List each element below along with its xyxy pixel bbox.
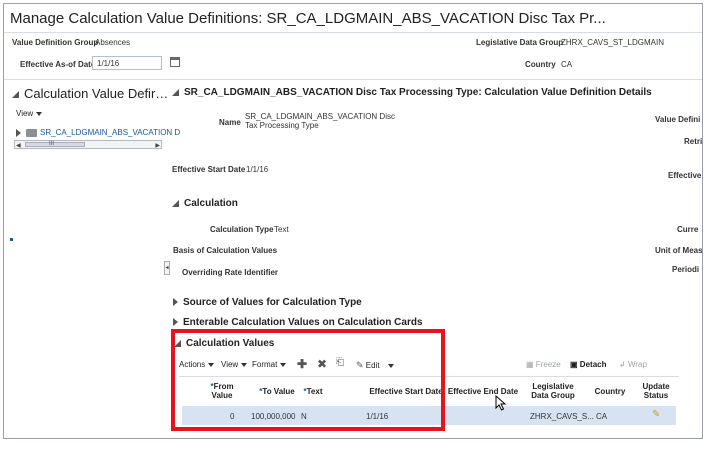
column-header-effective-end[interactable]: Effective End Date (446, 387, 520, 396)
left-view-label: View (16, 109, 34, 118)
basis-label: Basis of Calculation Values (173, 246, 278, 255)
wrap-button[interactable]: ↲ Wrap (619, 360, 647, 369)
effective-as-of-label: Effective As-of Date (20, 60, 96, 69)
freeze-label: Freeze (535, 360, 561, 369)
detach-icon: ▣ (570, 360, 578, 369)
country-value: CA (561, 60, 573, 69)
expand-icon[interactable] (173, 298, 178, 307)
freeze-icon: ▦ (526, 360, 534, 369)
value-definition-group-label: Value Definition Group (12, 38, 99, 47)
header-divider (4, 79, 702, 80)
mouse-cursor-icon (495, 395, 507, 411)
enterable-section-header[interactable]: Enterable Calculation Values on Calculat… (173, 317, 423, 328)
name-value-line1: SR_CA_LDGMAIN_ABS_VACATION Disc (245, 112, 395, 121)
unit-of-measure-label-cut: Unit of Meas (655, 246, 703, 255)
expand-icon[interactable] (16, 128, 21, 137)
calculation-section-title: Calculation (184, 198, 238, 209)
column-header-country[interactable]: Country (590, 387, 630, 396)
country-label: Country (525, 60, 556, 69)
freeze-button[interactable]: ▦ Freeze (526, 360, 561, 369)
chevron-down-icon (36, 111, 43, 116)
effective-as-of-field[interactable] (92, 56, 162, 70)
left-view-menu[interactable]: View (16, 109, 43, 118)
name-value-line2: Tax Processing Type (245, 121, 319, 130)
left-panel-header[interactable]: Calculation Value Defir… (12, 86, 168, 101)
cell-country: CA (596, 412, 608, 421)
effective-start-label: Effective Start Date (172, 165, 246, 174)
legislative-data-group-value: ZHRX_CAVS_ST_LDGMAIN (561, 38, 664, 47)
enterable-section-title: Enterable Calculation Values on Calculat… (183, 317, 423, 328)
details-title: SR_CA_LDGMAIN_ABS_VACATION Disc Tax Proc… (184, 87, 652, 98)
collapse-corner-icon[interactable] (12, 91, 19, 99)
app-window: Manage Calculation Value Definitions: SR… (3, 3, 703, 439)
column-header-update-status[interactable]: Update Status (636, 382, 676, 400)
scroll-right-icon[interactable]: ▶ (155, 142, 160, 149)
tree-item[interactable]: SR_CA_LDGMAIN_ABS_VACATION D (16, 128, 180, 137)
scroll-left-icon[interactable]: ◀ (16, 142, 21, 149)
page-title: Manage Calculation Value Definitions: SR… (10, 10, 606, 27)
details-header[interactable]: SR_CA_LDGMAIN_ABS_VACATION Disc Tax Proc… (172, 87, 652, 98)
panel-splitter[interactable]: ◂ (164, 261, 170, 275)
retrieval-label-cut: Retri (684, 137, 703, 146)
cell-legislative-group: ZHRX_CAVS_S... (530, 412, 594, 421)
collapse-corner-icon[interactable] (172, 199, 179, 207)
tree-item-label: SR_CA_LDGMAIN_ABS_VACATION D (40, 128, 181, 137)
scroll-thumb[interactable] (25, 142, 85, 147)
detach-label: Detach (579, 360, 607, 369)
horizontal-scrollbar[interactable]: ◀ III ▶ (14, 140, 162, 149)
highlight-box (171, 329, 445, 431)
value-definition-label-cut: Value Defini (655, 115, 701, 124)
legislative-data-group-label: Legislative Data Group (476, 38, 564, 47)
effective-label-cut: Effective (668, 171, 702, 180)
currency-label-cut: Curre (677, 225, 699, 234)
wrap-icon: ↲ (619, 360, 626, 369)
overriding-rate-label: Overriding Rate Identifier (182, 268, 279, 277)
source-section-header[interactable]: Source of Values for Calculation Type (173, 297, 362, 308)
value-definition-group-value: Absences (95, 38, 131, 47)
name-label: Name (219, 118, 241, 127)
marker-dot (10, 238, 13, 241)
left-panel-title: Calculation Value Defir… (24, 86, 169, 101)
column-header-legislative-group[interactable]: Legislative Data Group (525, 382, 581, 400)
calculation-type-label: Calculation Type (210, 225, 274, 234)
source-section-title: Source of Values for Calculation Type (183, 297, 362, 308)
effective-start-value: 1/1/16 (246, 165, 269, 174)
wrap-label: Wrap (627, 360, 647, 369)
detach-button[interactable]: ▣ Detach (570, 360, 606, 369)
calculation-type-value: Text (274, 225, 289, 234)
calculation-section-header[interactable]: Calculation (172, 198, 238, 209)
periodicity-label-cut: Periodi (672, 265, 700, 274)
calendar-icon[interactable] (170, 57, 180, 67)
expand-icon[interactable] (173, 318, 178, 327)
collapse-corner-icon[interactable] (172, 88, 179, 96)
pencil-icon[interactable]: ✎ (652, 409, 660, 420)
title-divider (4, 32, 702, 33)
scroll-grip: III (49, 141, 55, 147)
folder-icon (26, 128, 37, 137)
